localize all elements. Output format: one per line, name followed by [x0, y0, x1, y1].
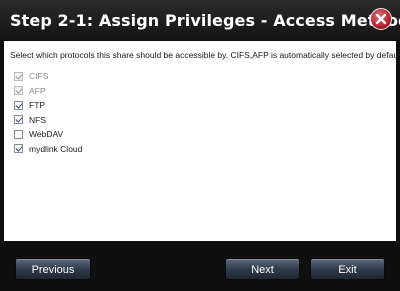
protocol-label: CIFS: [29, 71, 49, 82]
close-icon: [375, 13, 387, 25]
protocol-row-ftp: FTP: [14, 98, 82, 113]
description-text: Select which protocols this share should…: [10, 50, 400, 60]
next-button[interactable]: Next: [225, 258, 300, 280]
checkbox-ftp[interactable]: [14, 100, 23, 110]
checkbox-webdav[interactable]: [14, 129, 23, 139]
protocol-list: CIFS AFP FTP NFS WebDAV mydlink Cloud: [14, 69, 82, 156]
protocol-row-webdav: WebDAV: [14, 127, 82, 142]
checkbox-cifs: [14, 71, 23, 81]
protocol-row-cifs: CIFS: [14, 69, 82, 84]
protocol-row-afp: AFP: [14, 84, 82, 99]
checkbox-nfs[interactable]: [14, 115, 23, 125]
protocol-row-nfs: NFS: [14, 113, 82, 128]
protocol-row-mydlink-cloud: mydlink Cloud: [14, 142, 82, 157]
button-bar: Previous Next Exit: [0, 241, 400, 291]
checkbox-mydlink-cloud[interactable]: [14, 144, 23, 154]
dialog-title: Step 2-1: Assign Privileges - Access Met…: [10, 11, 400, 30]
protocol-label: mydlink Cloud: [29, 143, 83, 154]
protocol-label: FTP: [29, 100, 46, 111]
checkbox-afp: [14, 86, 23, 96]
protocol-label: WebDAV: [29, 129, 64, 140]
title-bar: Step 2-1: Assign Privileges - Access Met…: [0, 0, 400, 40]
close-button[interactable]: [370, 8, 392, 30]
previous-button[interactable]: Previous: [15, 258, 91, 280]
dialog: Step 2-1: Assign Privileges - Access Met…: [0, 0, 400, 291]
protocol-label: AFP: [29, 85, 46, 96]
content-panel: Select which protocols this share should…: [4, 41, 400, 241]
exit-button[interactable]: Exit: [310, 258, 385, 280]
protocol-label: NFS: [29, 114, 46, 125]
